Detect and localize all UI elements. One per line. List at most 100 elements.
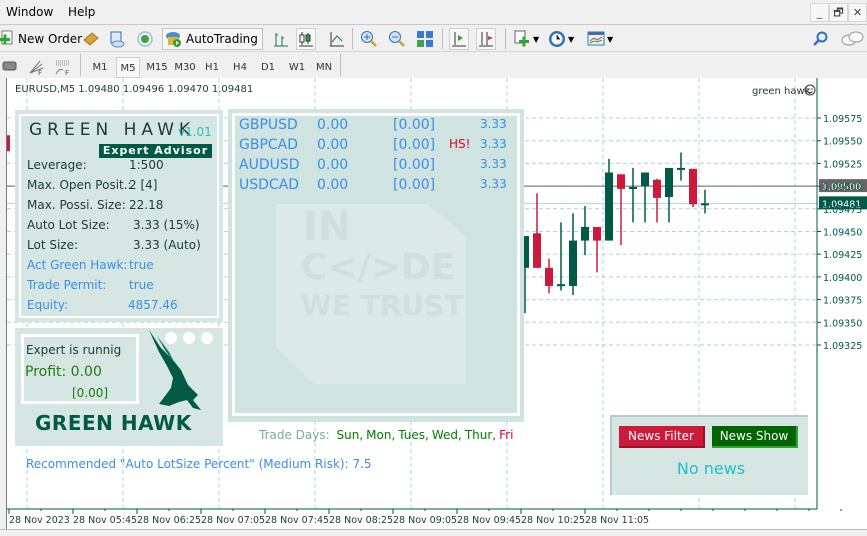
time-tick-label: 28 Nov 09:05 <box>393 515 457 526</box>
indicators-button[interactable]: ▼ <box>513 28 539 50</box>
menu-window[interactable]: Window <box>6 5 53 19</box>
line-chart-button[interactable] <box>328 28 346 50</box>
timeframe-h1[interactable]: H1 <box>202 57 222 78</box>
price-tick-label: 1.09575 <box>823 114 862 125</box>
time-tick-label: 28 Nov 06:25 <box>137 515 201 526</box>
time-tick-label: 28 Nov 09:45 <box>457 515 521 526</box>
fibo-fan-tool[interactable]: F <box>28 56 46 78</box>
time-tick-label: 28 Nov 11:05 <box>585 515 649 526</box>
time-tick-label: 28 Nov 10:25 <box>521 515 585 526</box>
menu-help[interactable]: Help <box>68 5 95 19</box>
timeframe-d1[interactable]: D1 <box>257 57 279 78</box>
time-tick-label: 28 Nov 07:05 <box>201 515 265 526</box>
signals-button[interactable] <box>136 28 154 50</box>
pair-flag: HS! <box>449 137 471 151</box>
autotrading-label: AutoTrading <box>186 32 258 46</box>
logo-text: GREEN HAWK <box>35 411 192 435</box>
watermark-line-1: IN <box>303 204 352 250</box>
candle <box>533 193 541 268</box>
candle-body <box>557 284 565 287</box>
timeframe-w1[interactable]: W1 <box>286 57 308 78</box>
news-panel: News Filter News Show No news <box>610 415 808 495</box>
info-row-label: Equity: <box>27 298 69 312</box>
ea-status-panel: Expert is runnig Profit: 0.00 [0.00] GRE… <box>15 328 223 446</box>
info-row-value: true <box>129 258 154 272</box>
metaeditor-button[interactable] <box>82 28 100 50</box>
pair-bracket: [0.00] <box>393 137 436 153</box>
info-row-label: Leverage: <box>27 158 87 172</box>
tile-windows-button[interactable] <box>416 28 434 50</box>
candle <box>581 206 589 256</box>
timeframe-m5[interactable]: M5 <box>116 57 140 78</box>
periods-button[interactable]: ▼ <box>548 28 574 50</box>
candle <box>569 213 577 296</box>
news-show-button[interactable]: News Show <box>712 426 798 448</box>
fibo-arcs-tool[interactable]: F <box>54 56 72 78</box>
pair-lot: 3.33 <box>480 157 507 171</box>
timeframe-m1[interactable]: M1 <box>88 57 112 78</box>
pair-bracket: [0.00] <box>393 157 436 173</box>
price-tick-label: 1.09325 <box>823 341 862 352</box>
timeframe-mn[interactable]: MN <box>312 57 336 78</box>
bar-chart-button[interactable] <box>272 28 290 50</box>
timeframe-h4[interactable]: H4 <box>229 57 251 78</box>
time-tick-label: 28 Nov 07:45 <box>265 515 329 526</box>
chat-button[interactable] <box>840 28 864 50</box>
pair-symbol: GBPCAD <box>239 137 299 153</box>
new-order-button[interactable]: New Order <box>0 28 82 50</box>
autoscroll-button[interactable] <box>476 28 496 50</box>
close-button[interactable]: ✕ <box>848 3 867 22</box>
restore-button[interactable]: 🗗 <box>829 3 848 22</box>
timeframe-m15[interactable]: M15 <box>144 57 170 78</box>
candle <box>641 172 649 223</box>
new-order-label: New Order <box>18 32 83 46</box>
indicators-icon <box>513 30 531 48</box>
templates-button[interactable]: ▼ <box>587 28 613 50</box>
symbol-info: EURUSD,M5 1.09480 1.09496 1.09470 1.0948… <box>15 84 253 95</box>
fibo-arcs-icon: F <box>54 58 72 77</box>
candle <box>653 178 661 223</box>
hawk-logo-icon <box>149 330 201 410</box>
ea-title: GREEN HAWK <box>29 120 196 140</box>
info-row-label: Trade Permit: <box>27 278 107 292</box>
watermark-line-2: C</>DE <box>301 247 456 288</box>
time-tick-label: 28 Nov 08:25 <box>329 515 393 526</box>
chart-window[interactable]: 1.09500 1.09481 1.09575 1.09550 1.09525 1.09… <box>6 78 867 529</box>
pair-lot: 3.33 <box>480 177 507 191</box>
candle <box>677 152 685 181</box>
info-row-label: Lot Size: <box>27 238 79 252</box>
price-tick-label: 1.09525 <box>823 159 862 170</box>
candle-body <box>701 203 709 206</box>
candlestick-button[interactable] <box>296 28 316 50</box>
price-tick-label: 1.09375 <box>823 296 862 307</box>
zoom-in-button[interactable] <box>360 28 378 50</box>
ea-subtitle: Expert Advisor <box>99 144 212 158</box>
pair-bracket: [0.00] <box>393 117 436 133</box>
timeframe-m30[interactable]: M30 <box>172 57 198 78</box>
standard-toolbar: New Order AutoTrading ▼ ▼ ▼ <box>0 24 867 51</box>
tile-windows-icon <box>416 30 434 48</box>
info-row-value: 22.18 <box>129 198 164 212</box>
search-button[interactable] <box>812 28 830 50</box>
search-icon <box>812 30 830 48</box>
timeframes-toolbar: F F M1 M5 M15 M30 H1 H4 D1 W1 MN <box>0 51 867 78</box>
pair-bracket: [0.00] <box>393 177 436 193</box>
templates-icon <box>587 30 605 48</box>
autotrading-button[interactable]: AutoTrading <box>162 28 263 50</box>
candle-body <box>641 172 649 187</box>
rectangle-tool[interactable] <box>2 56 20 78</box>
minimize-button[interactable]: _ <box>810 3 829 22</box>
info-row-label: Auto Lot Size: <box>27 218 110 232</box>
pair-lot: 3.33 <box>480 137 507 151</box>
recommendation-text: Recommended "Auto LotSize Percent" (Medi… <box>26 457 372 471</box>
market-watch-button[interactable] <box>108 28 126 50</box>
price-tick-label: 1.09500 <box>823 182 862 193</box>
zoom-out-button[interactable] <box>388 28 406 50</box>
info-row-label: Act Green Hawk: <box>27 258 128 272</box>
pair-symbol: USDCAD <box>239 177 300 193</box>
news-filter-button[interactable]: News Filter <box>619 426 705 448</box>
clock-icon <box>548 30 566 48</box>
candle <box>665 167 673 223</box>
chart-shift-button[interactable] <box>449 28 469 50</box>
candle-body <box>617 174 625 189</box>
